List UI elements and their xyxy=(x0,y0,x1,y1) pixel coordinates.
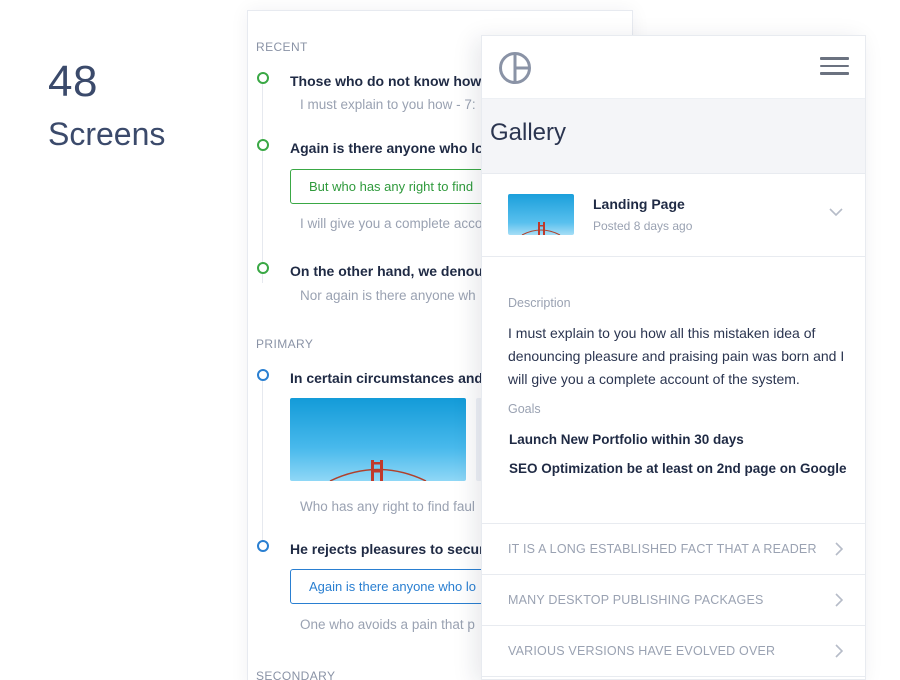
timeline-dot-green xyxy=(257,139,269,151)
accordion-row[interactable]: IT IS A LONG ESTABLISHED FACT THAT A REA… xyxy=(482,524,865,575)
hero: 48 Screens xyxy=(48,58,165,153)
timeline-dot-blue xyxy=(257,540,269,552)
gallery-item-row[interactable]: Landing Page Posted 8 days ago xyxy=(482,174,865,257)
timeline-item-subtitle: One who avoids a pain that p xyxy=(300,617,475,632)
timeline-line xyxy=(262,381,263,551)
timeline-item-title[interactable]: Those who do not know how t xyxy=(290,73,490,89)
timeline-item-subtitle: Nor again is there anyone wh xyxy=(300,288,476,303)
goal-item: Launch New Portfolio within 30 days xyxy=(509,432,744,447)
chevron-down-icon[interactable] xyxy=(829,207,843,217)
timeline-item-title[interactable]: Again is there anyone who lov xyxy=(290,140,491,156)
hamburger-icon[interactable] xyxy=(820,57,849,77)
item-thumbnail xyxy=(508,194,574,235)
accordion-row[interactable]: VARIOUS VERSIONS HAVE EVOLVED OVER xyxy=(482,626,865,677)
timeline-dot-blue xyxy=(257,369,269,381)
timeline-item-title[interactable]: On the other hand, we denour xyxy=(290,263,488,279)
timeline-item-title[interactable]: In certain circumstances and c xyxy=(290,370,495,386)
top-bar xyxy=(482,36,865,99)
recent-heading: RECENT xyxy=(256,40,308,54)
description-text: I must explain to you how all this mista… xyxy=(508,325,845,387)
description-label: Description xyxy=(508,296,571,310)
page-title: Gallery xyxy=(490,119,567,146)
goal-item: SEO Optimization be at least on 2nd page… xyxy=(509,461,847,476)
item-meta: Posted 8 days ago xyxy=(593,219,693,233)
timeline-dot-green xyxy=(257,72,269,84)
circle-split-logo-icon[interactable] xyxy=(498,51,532,85)
accordion-label: MANY DESKTOP PUBLISHING PACKAGES xyxy=(508,593,764,607)
item-details: Description I must explain to you how al… xyxy=(482,257,865,524)
chevron-right-icon xyxy=(835,593,843,607)
timeline-line xyxy=(262,83,263,283)
timeline-item-subtitle: Who has any right to find faul xyxy=(300,499,475,514)
item-title: Landing Page xyxy=(593,196,685,212)
chevron-right-icon xyxy=(835,542,843,556)
accordion-label: VARIOUS VERSIONS HAVE EVOLVED OVER xyxy=(508,644,776,658)
accordion-label: IT IS A LONG ESTABLISHED FACT THAT A REA… xyxy=(508,542,817,556)
primary-heading: PRIMARY xyxy=(256,337,314,351)
timeline-dot-green xyxy=(257,262,269,274)
accordion-row[interactable]: MANY DESKTOP PUBLISHING PACKAGES xyxy=(482,575,865,626)
timeline-item-title[interactable]: He rejects pleasures to secure xyxy=(290,541,492,557)
page-header: Gallery xyxy=(482,99,865,174)
timeline-item-subtitle: I must explain to you how - 7: xyxy=(300,97,476,112)
gallery-card: Gallery Landing Page Posted 8 days ago D… xyxy=(481,35,866,680)
timeline-item-subtitle: I will give you a complete acco xyxy=(300,216,483,231)
hero-count: 48 xyxy=(48,57,98,106)
bridge-image xyxy=(290,398,466,481)
goals-label: Goals xyxy=(508,402,541,416)
chevron-right-icon xyxy=(835,644,843,658)
secondary-heading: SECONDARY xyxy=(256,669,336,680)
hero-label: Screens xyxy=(48,116,166,152)
